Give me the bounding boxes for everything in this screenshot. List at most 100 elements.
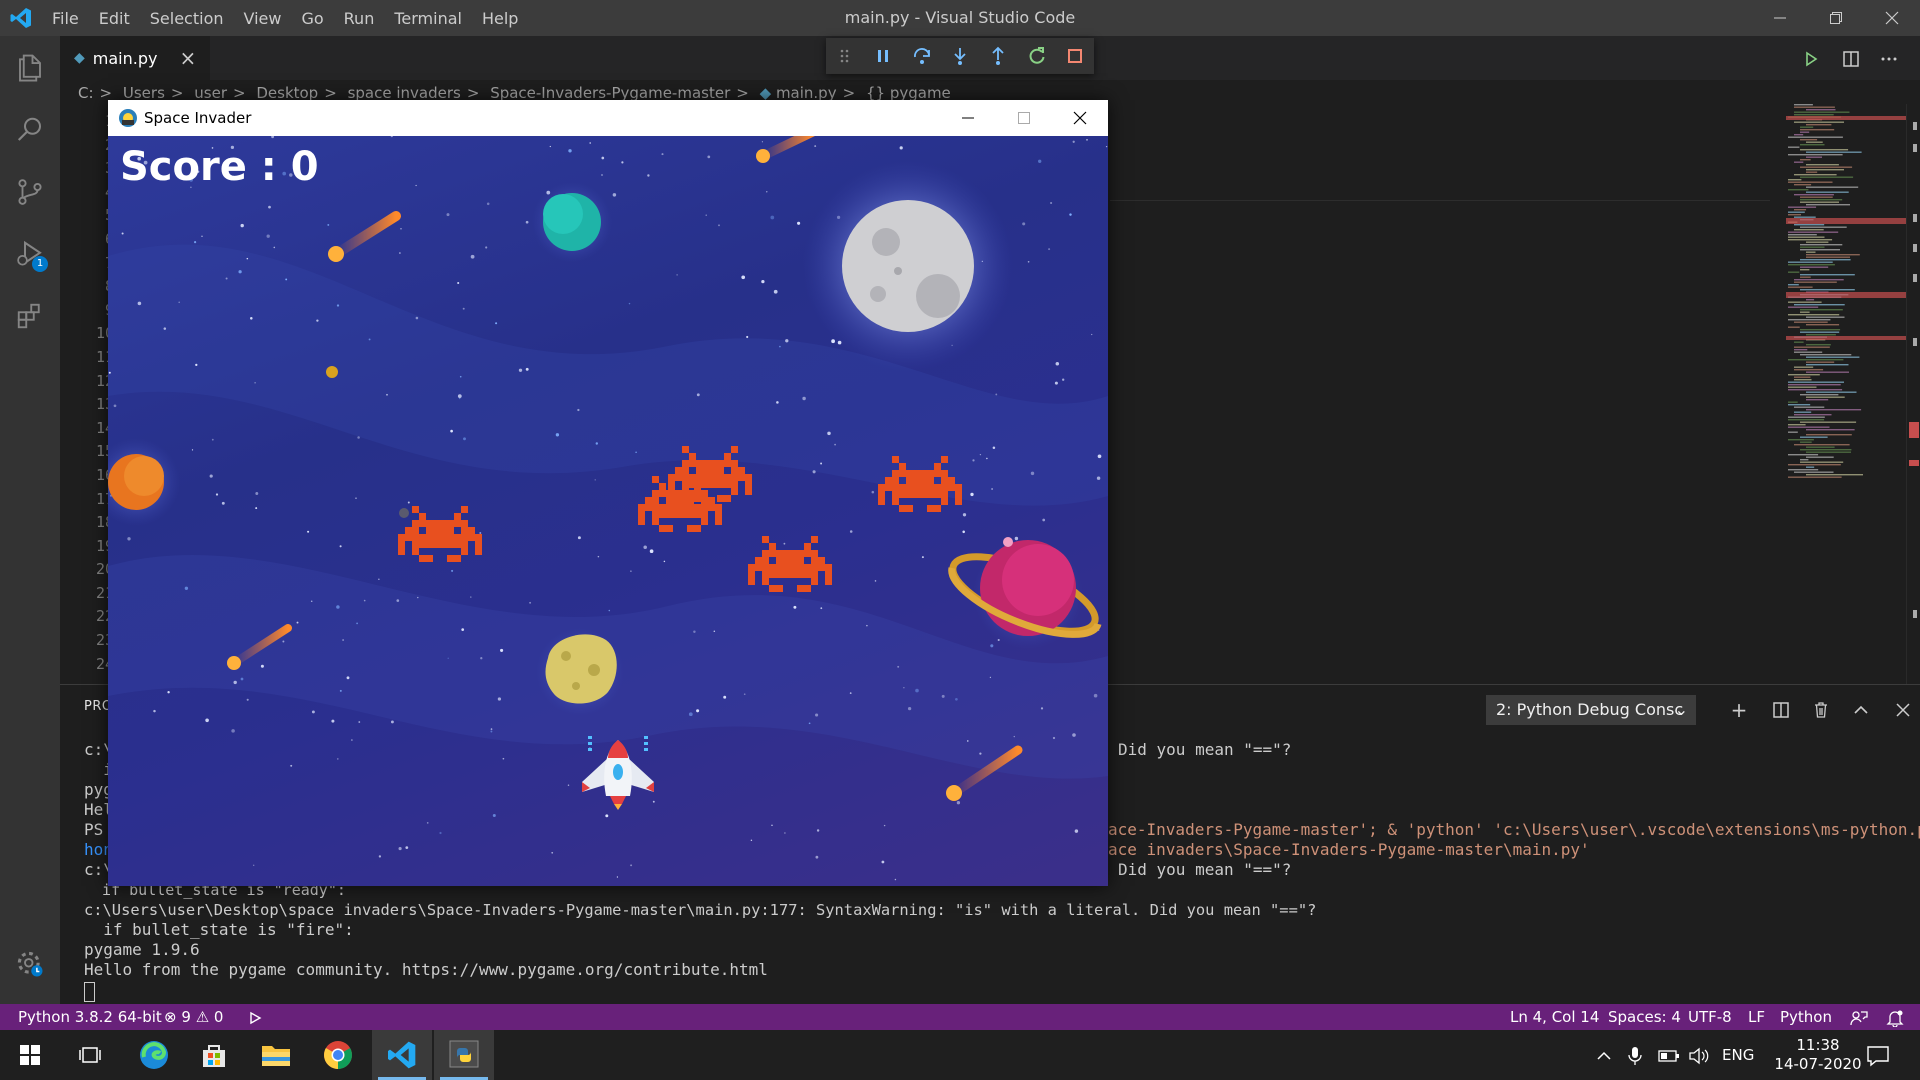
minimap[interactable] xyxy=(1786,104,1906,484)
terminal-line: Did you mean "=="? xyxy=(1118,860,1292,879)
game-title-bar[interactable]: Space Invader xyxy=(108,100,1108,136)
taskbar-vscode[interactable] xyxy=(372,1030,432,1080)
menu-edit[interactable]: Edit xyxy=(89,9,140,28)
breadcrumb-item[interactable]: C: xyxy=(78,84,94,102)
extensions-button[interactable] xyxy=(0,288,60,344)
star xyxy=(400,227,402,230)
star xyxy=(255,492,259,495)
star xyxy=(194,241,197,244)
star xyxy=(630,864,633,867)
restart-button[interactable] xyxy=(1017,38,1055,74)
terminal-string: 'c:\Users\user\.vscode\extensions\ms-pyt… xyxy=(1483,820,1920,839)
run-debug-status[interactable] xyxy=(248,1004,262,1030)
notifications-button[interactable] xyxy=(1886,1004,1904,1030)
minimap-line xyxy=(1800,196,1833,198)
restore-button[interactable] xyxy=(1808,0,1864,36)
end-of-line[interactable]: LF xyxy=(1748,1004,1765,1030)
start-button[interactable] xyxy=(0,1030,60,1080)
star xyxy=(797,221,801,225)
star xyxy=(941,694,945,698)
run-debug-button[interactable]: 1 xyxy=(0,226,60,282)
drag-handle[interactable] xyxy=(826,38,864,74)
step-over-button[interactable] xyxy=(903,38,941,74)
pause-button[interactable] xyxy=(864,38,902,74)
close-panel-button[interactable] xyxy=(1890,697,1916,723)
star xyxy=(346,676,350,680)
split-editor-button[interactable] xyxy=(1836,44,1866,74)
explorer-button[interactable] xyxy=(0,40,60,96)
feedback-icon xyxy=(1850,1010,1868,1025)
line-number: 24 xyxy=(95,654,114,673)
line-number: 6 xyxy=(60,228,114,252)
search-button[interactable] xyxy=(0,102,60,158)
taskbar-file-explorer[interactable] xyxy=(246,1030,306,1080)
minimize-button[interactable] xyxy=(1752,0,1808,36)
problems-indicator[interactable]: ⊗ 9 ⚠ 0 xyxy=(164,1004,223,1030)
cursor-position[interactable]: Ln 4, Col 14 xyxy=(1510,1004,1599,1030)
star xyxy=(378,855,382,858)
step-out-button[interactable] xyxy=(979,38,1017,74)
teal-planet-decor xyxy=(532,182,612,262)
microphone-tray[interactable] xyxy=(1628,1030,1642,1080)
star xyxy=(903,687,905,689)
plus-icon: + xyxy=(1730,698,1748,722)
language-mode[interactable]: Python xyxy=(1780,1004,1832,1030)
clock[interactable]: 11:38 14-07-2020 xyxy=(1770,1030,1866,1080)
action-center-button[interactable] xyxy=(1866,1030,1890,1080)
taskbar-edge[interactable] xyxy=(124,1030,184,1080)
star xyxy=(153,709,156,713)
menu-go[interactable]: Go xyxy=(291,9,333,28)
python-interpreter[interactable]: Python 3.8.2 64-bit xyxy=(18,1004,162,1030)
volume-tray[interactable] xyxy=(1688,1030,1710,1080)
vscode-logo-icon xyxy=(10,8,31,28)
indentation[interactable]: Spaces: 4 xyxy=(1608,1004,1681,1030)
star xyxy=(897,665,900,668)
star xyxy=(881,860,885,864)
input-language[interactable]: ENG xyxy=(1722,1030,1754,1080)
taskbar-python[interactable] xyxy=(434,1030,494,1080)
maximize-panel-button[interactable] xyxy=(1848,697,1874,723)
star xyxy=(616,876,619,878)
minimap-line xyxy=(1794,471,1834,473)
step-into-button[interactable] xyxy=(941,38,979,74)
tab-close-icon[interactable]: × xyxy=(179,46,196,70)
taskbar-chrome[interactable] xyxy=(308,1030,368,1080)
kill-terminal-button[interactable] xyxy=(1808,697,1834,723)
menu-file[interactable]: File xyxy=(42,9,89,28)
menu-terminal[interactable]: Terminal xyxy=(384,9,472,28)
star xyxy=(246,698,249,701)
star xyxy=(426,822,429,824)
close-button[interactable] xyxy=(1864,0,1920,36)
more-actions-button[interactable] xyxy=(1874,44,1904,74)
game-maximize-button[interactable] xyxy=(996,100,1052,136)
star xyxy=(989,676,992,679)
star xyxy=(405,846,409,849)
menu-run[interactable]: Run xyxy=(334,9,385,28)
stop-button[interactable] xyxy=(1056,38,1094,74)
tab-main-py[interactable]: ◆ main.py × xyxy=(60,36,210,80)
editor-scrollbar[interactable] xyxy=(1906,104,1920,684)
menu-selection[interactable]: Selection xyxy=(140,9,234,28)
game-close-button[interactable] xyxy=(1052,100,1108,136)
taskbar-store[interactable] xyxy=(184,1030,244,1080)
split-terminal-button[interactable] xyxy=(1768,697,1794,723)
run-python-file-button[interactable] xyxy=(1796,44,1826,74)
minimap-line xyxy=(1788,189,1809,191)
game-canvas[interactable]: Score : 0 xyxy=(108,136,1108,886)
task-view-button[interactable] xyxy=(60,1030,120,1080)
menu-help[interactable]: Help xyxy=(472,9,528,28)
encoding[interactable]: UTF-8 xyxy=(1688,1004,1732,1030)
terminal-select[interactable]: 2: Python Debug Consc ⌄ xyxy=(1486,695,1696,725)
minimap-line xyxy=(1800,331,1840,333)
source-control-button[interactable] xyxy=(0,164,60,220)
new-terminal-button[interactable]: + xyxy=(1726,697,1752,723)
feedback-button[interactable] xyxy=(1850,1004,1868,1030)
minimap-line xyxy=(1788,419,1825,421)
menu-view[interactable]: View xyxy=(234,9,292,28)
game-minimize-button[interactable] xyxy=(940,100,996,136)
minimap-line xyxy=(1806,241,1829,243)
star xyxy=(290,764,293,767)
manage-button[interactable] xyxy=(0,936,60,992)
battery-tray[interactable] xyxy=(1658,1030,1680,1080)
show-hidden-icons[interactable] xyxy=(1596,1030,1612,1080)
